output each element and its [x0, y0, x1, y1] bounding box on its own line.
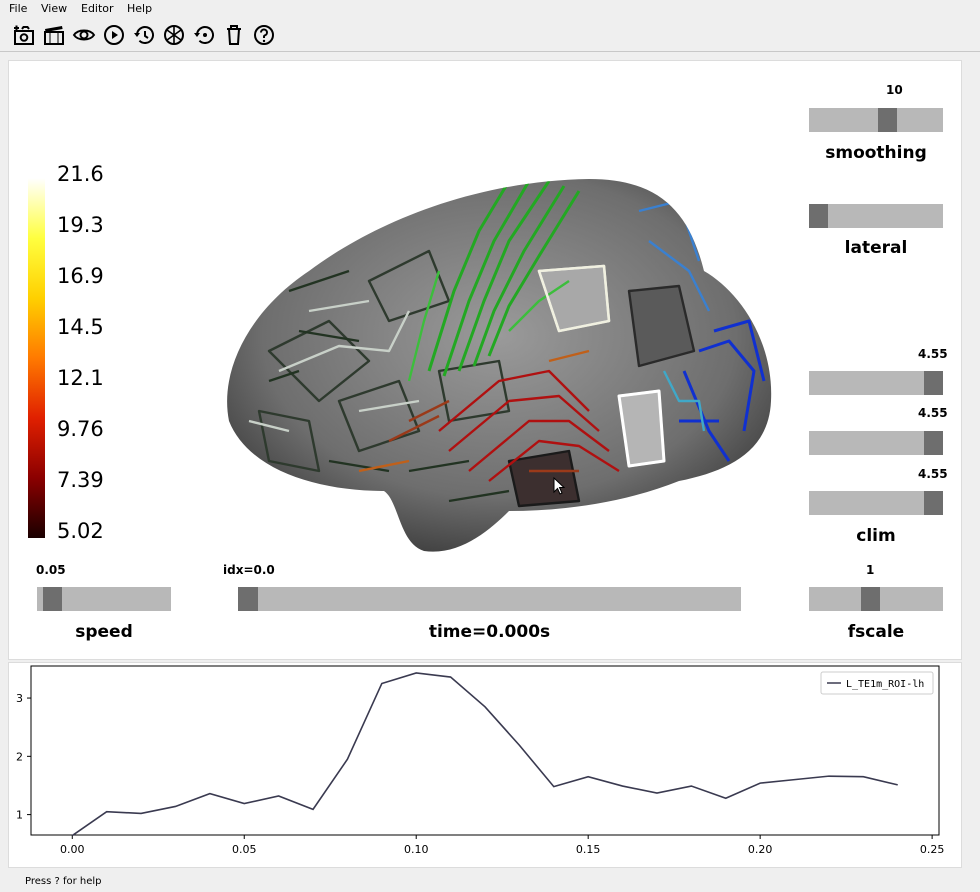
lateral-label: lateral [844, 238, 908, 258]
speed-label: speed [75, 622, 133, 642]
time-slider[interactable] [238, 587, 741, 611]
movie-icon[interactable] [42, 23, 66, 47]
y-tick-label: 1 [16, 809, 23, 822]
reset-view-icon[interactable] [192, 23, 216, 47]
screenshot-icon[interactable] [12, 23, 36, 47]
x-tick-label: 0.10 [404, 843, 429, 856]
toolbar [0, 19, 980, 52]
series-line [71, 672, 898, 837]
legend-series-label: L_TE1m_ROI-lh [846, 679, 924, 690]
menu-file[interactable]: File [9, 2, 27, 15]
colorbar-tick: 7.39 [57, 468, 104, 492]
reset-icon[interactable] [132, 23, 156, 47]
brain-surface[interactable] [209, 171, 779, 561]
play-icon[interactable] [102, 23, 126, 47]
brain-viewer[interactable]: 21.6 19.3 16.9 14.5 12.1 9.76 7.39 5.02 [8, 60, 962, 660]
x-tick-label: 0.00 [60, 843, 85, 856]
fscale-value: 1 [866, 563, 875, 577]
menu-view[interactable]: View [41, 2, 67, 15]
clim-min-slider[interactable] [809, 371, 943, 395]
lateral-slider[interactable] [809, 204, 943, 228]
clim-max-slider[interactable] [809, 491, 943, 515]
smoothing-value: 10 [886, 83, 903, 97]
status-bar: Press ? for help [0, 872, 980, 892]
speed-value: 0.05 [36, 563, 66, 577]
colorbar-tick: 19.3 [57, 213, 104, 237]
speed-slider-handle[interactable] [42, 587, 62, 611]
status-text: Press ? for help [25, 876, 102, 887]
clim-min-value: 4.55 [918, 347, 948, 361]
x-tick-label: 0.20 [748, 843, 773, 856]
colorbar-tick: 14.5 [57, 315, 104, 339]
speed-slider[interactable] [37, 587, 171, 611]
y-tick-label: 2 [16, 750, 23, 763]
colorbar-tick: 16.9 [57, 264, 104, 288]
restore-icon[interactable] [162, 23, 186, 47]
colorbar-tick: 5.02 [57, 519, 104, 543]
colorbar-tick: 9.76 [57, 417, 104, 441]
menu-help[interactable]: Help [127, 2, 152, 15]
menu-editor[interactable]: Editor [81, 2, 114, 15]
x-tick-label: 0.25 [920, 843, 945, 856]
time-course-chart[interactable]: 0.00 0.05 0.10 0.15 0.20 0.25 1 2 3 L_TE1m_ROI-l… [9, 663, 961, 867]
fscale-slider-handle[interactable] [860, 587, 880, 611]
y-tick-label: 3 [16, 692, 23, 705]
time-course-plot-panel: 0.00 0.05 0.10 0.15 0.20 0.25 1 2 3 L_TE1m_ROI-l… [8, 662, 962, 868]
smoothing-label: smoothing [825, 143, 927, 163]
colorbar-tick: 21.6 [57, 162, 104, 186]
smoothing-slider-handle[interactable] [878, 108, 897, 132]
chart-legend: L_TE1m_ROI-lh [820, 671, 934, 695]
clim-max-slider-handle[interactable] [924, 491, 943, 515]
fscale-label: fscale [847, 622, 905, 642]
colorbar-tick: 12.1 [57, 366, 104, 390]
colorbar [28, 178, 45, 538]
plot-axes-frame [30, 665, 940, 836]
clim-mid-slider[interactable] [809, 431, 943, 455]
clim-max-value: 4.55 [918, 467, 948, 481]
clim-min-slider-handle[interactable] [924, 371, 943, 395]
menu-bar: File View Editor Help [0, 0, 980, 18]
time-label: time=0.000s [428, 622, 551, 642]
clim-label: clim [856, 526, 896, 546]
lateral-slider-handle[interactable] [809, 204, 828, 228]
help-icon[interactable] [252, 23, 276, 47]
time-index-value: idx=0.0 [223, 563, 275, 577]
x-tick-label: 0.05 [232, 843, 257, 856]
fscale-slider[interactable] [809, 587, 943, 611]
smoothing-slider[interactable] [809, 108, 943, 132]
time-slider-handle[interactable] [238, 587, 258, 611]
mouse-cursor-icon [553, 477, 566, 495]
clear-icon[interactable] [222, 23, 246, 47]
clim-mid-slider-handle[interactable] [924, 431, 943, 455]
visibility-icon[interactable] [72, 23, 96, 47]
clim-mid-value: 4.55 [918, 406, 948, 420]
x-tick-label: 0.15 [576, 843, 601, 856]
